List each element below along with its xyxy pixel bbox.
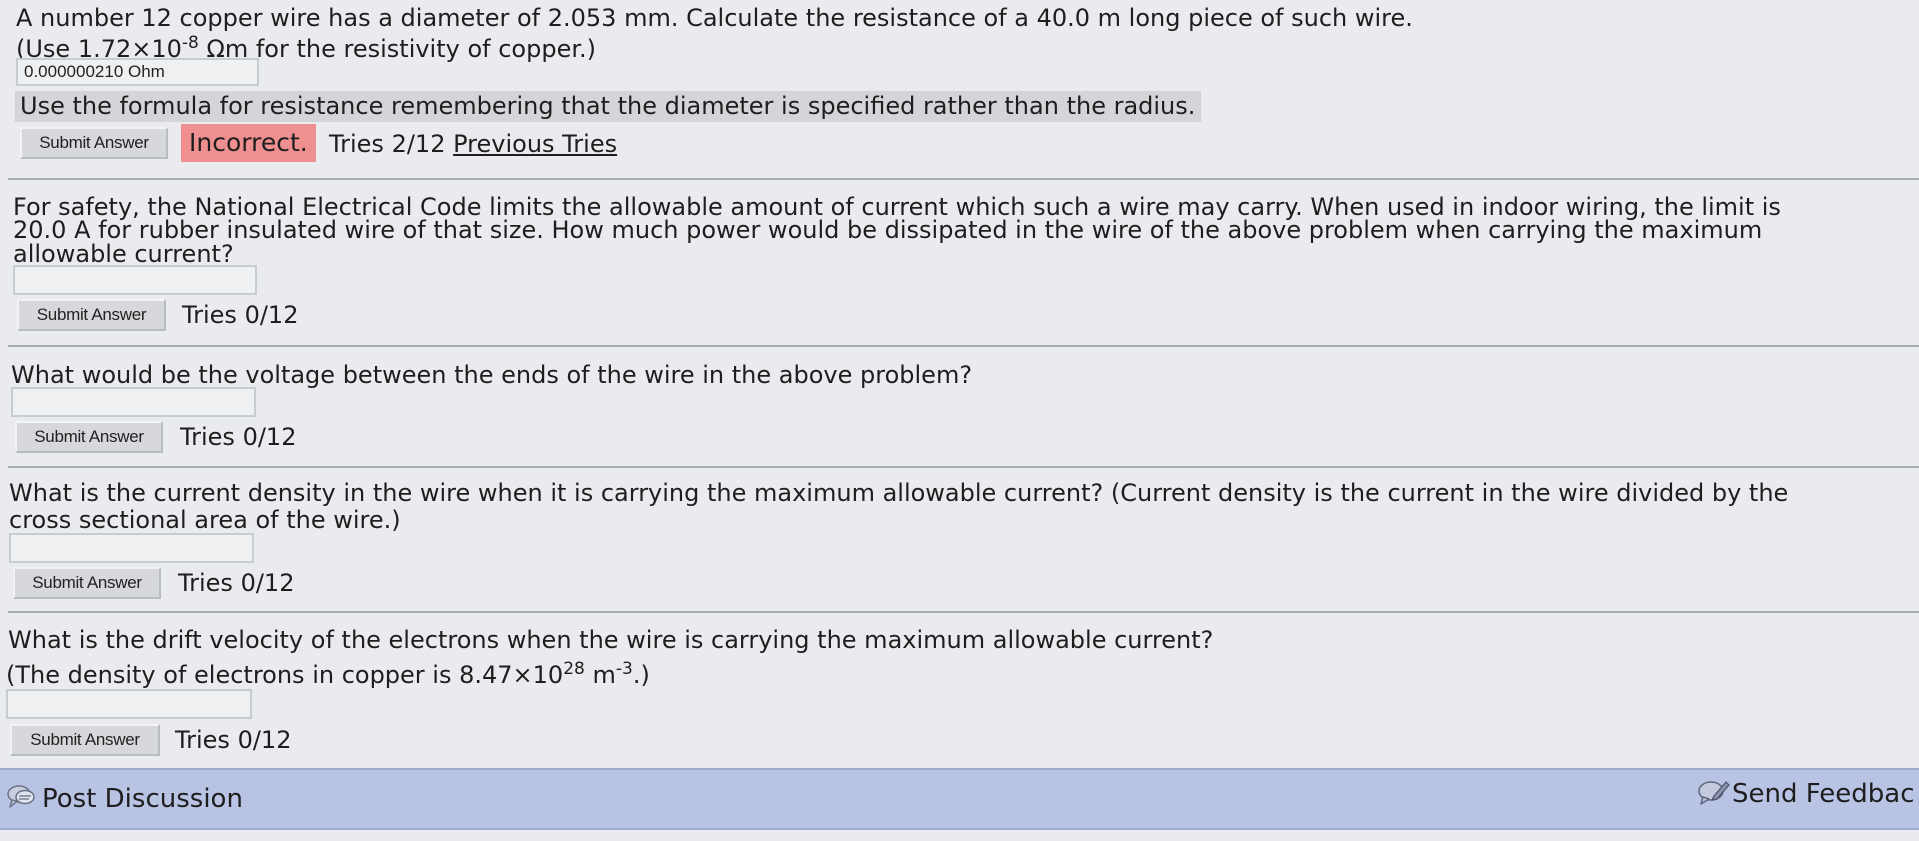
problem-page: A number 12 copper wire has a diameter o…	[0, 0, 1919, 841]
q5-unit-exponent: -3	[615, 659, 633, 679]
question-2-line-3: allowable current?	[13, 240, 234, 268]
question-5-line-1: What is the drift velocity of the electr…	[8, 626, 1214, 654]
question-1-submit-button[interactable]: Submit Answer	[20, 127, 168, 159]
question-2-tries: Tries 0/12	[182, 301, 299, 329]
discussion-bar: Post Discussion Send Feedbac	[0, 768, 1919, 830]
post-discussion-label: Post Discussion	[42, 784, 243, 814]
question-5-tries: Tries 0/12	[175, 726, 292, 754]
post-discussion-link[interactable]: Post Discussion	[6, 782, 243, 816]
q5-density-text: (The density of electrons in copper is 8…	[6, 661, 564, 689]
question-1-hint: Use the formula for resistance rememberi…	[15, 91, 1202, 122]
divider-4	[8, 611, 1919, 613]
question-2-line-2: 20.0 A for rubber insulated wire of that…	[13, 216, 1763, 244]
question-2-answer-input[interactable]	[13, 265, 257, 295]
question-1-tries-count: Tries 2/12	[329, 130, 446, 158]
divider-1	[8, 178, 1919, 180]
question-3-tries: Tries 0/12	[180, 423, 297, 451]
q5-density-unit: m	[584, 661, 616, 689]
divider-2	[8, 345, 1919, 347]
q1-resistivity-exponent: -8	[181, 33, 199, 53]
question-4-submit-button[interactable]: Submit Answer	[13, 567, 161, 599]
question-1-answer-input[interactable]	[16, 58, 259, 86]
q5-density-close: .)	[632, 661, 650, 689]
send-feedback-label: Send Feedbac	[1732, 779, 1915, 809]
send-feedback-link[interactable]: Send Feedbac	[1696, 776, 1915, 812]
discussion-bubbles-icon	[6, 782, 36, 816]
question-4-tries: Tries 0/12	[178, 569, 295, 597]
previous-tries-link[interactable]: Previous Tries	[453, 130, 617, 158]
question-5-submit-button[interactable]: Submit Answer	[10, 724, 160, 756]
question-4-line-1: What is the current density in the wire …	[9, 479, 1789, 507]
question-4-line-2: cross sectional area of the wire.)	[9, 506, 401, 534]
divider-3	[8, 466, 1919, 468]
question-4-answer-input[interactable]	[9, 533, 254, 563]
feedback-pen-icon	[1696, 776, 1730, 812]
question-1-tries: Tries 2/12 Previous Tries	[329, 132, 617, 156]
question-3-line-1: What would be the voltage between the en…	[11, 361, 973, 389]
q5-density-exponent: 28	[563, 659, 585, 679]
question-5-answer-input[interactable]	[6, 689, 252, 719]
question-3-submit-button[interactable]: Submit Answer	[15, 421, 163, 453]
question-1-status-badge: Incorrect.	[181, 124, 316, 162]
question-1-line-1: A number 12 copper wire has a diameter o…	[16, 4, 1413, 32]
question-5-line-2: (The density of electrons in copper is 8…	[6, 661, 650, 689]
question-3-answer-input[interactable]	[11, 387, 256, 417]
question-2-submit-button[interactable]: Submit Answer	[17, 299, 166, 331]
